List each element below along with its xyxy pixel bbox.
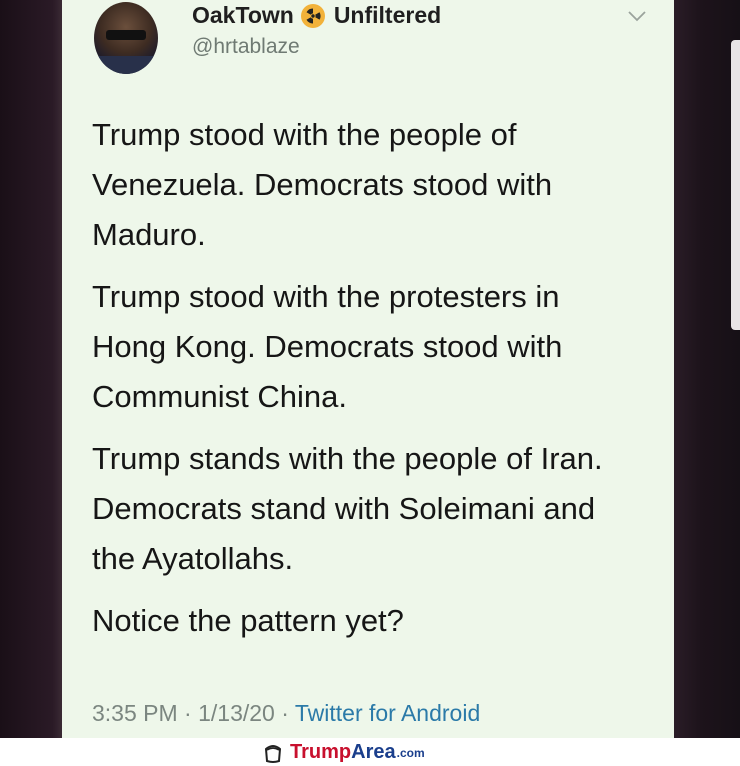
avatar-sunglasses — [106, 30, 146, 40]
tweet-paragraph: Trump stood with the protesters in Hong … — [92, 272, 662, 422]
scrollbar-thumb[interactable] — [731, 40, 740, 330]
tweet-paragraph: Trump stood with the people of Venezuela… — [92, 110, 662, 260]
tweet-line: Maduro. — [92, 217, 206, 252]
watermark-brand-tld: .com — [396, 745, 425, 760]
user-handle[interactable]: @hrtablaze — [192, 35, 300, 59]
photo-background: OakTown Unfiltered @hrtablaze Trump stoo… — [0, 0, 740, 738]
display-name[interactable]: OakTown Unfiltered — [192, 2, 441, 29]
tweet-line: Communist China. — [92, 379, 347, 414]
background-edge-left — [0, 0, 62, 738]
chevron-down-icon[interactable] — [626, 8, 648, 24]
radioactive-icon — [300, 3, 325, 28]
watermark-brand-second: Area — [351, 741, 396, 763]
avatar[interactable] — [94, 2, 158, 74]
tweet-line: Trump stood with the protesters in — [92, 279, 560, 314]
avatar-shirt — [94, 56, 158, 74]
tweet-line: Notice the pattern yet? — [92, 603, 404, 638]
trump-hair-icon — [264, 744, 282, 763]
tweet-line: Trump stands with the people of Iran. — [92, 441, 603, 476]
tweet-source-link[interactable]: Twitter for Android — [295, 700, 480, 726]
watermark-logo: Trump Area .com — [262, 741, 425, 764]
tweet-line: Democrats stand with Soleimani and — [92, 491, 596, 526]
display-name-first: OakTown — [192, 2, 294, 28]
tweet-text: Trump stood with the people of Venezuela… — [92, 110, 662, 658]
tweet-paragraph: Trump stands with the people of Iran. De… — [92, 434, 662, 584]
display-name-second: Unfiltered — [333, 2, 442, 28]
tweet-line: Venezuela. Democrats stood with — [92, 167, 553, 202]
tweet-line: Hong Kong. Democrats stood with — [92, 329, 563, 364]
tweet-card: OakTown Unfiltered @hrtablaze Trump stoo… — [62, 0, 674, 738]
tweet-timestamp[interactable]: 3:35 PM · 1/13/20 · — [92, 700, 289, 726]
tweet-line: the Ayatollahs. — [92, 541, 294, 576]
tweet-meta: 3:35 PM · 1/13/20 · Twitter for Android — [92, 700, 480, 727]
watermark-brand-first: Trump — [290, 741, 352, 763]
tweet-line: Trump stood with the people of — [92, 117, 517, 152]
tweet-paragraph: Notice the pattern yet? — [92, 596, 662, 646]
